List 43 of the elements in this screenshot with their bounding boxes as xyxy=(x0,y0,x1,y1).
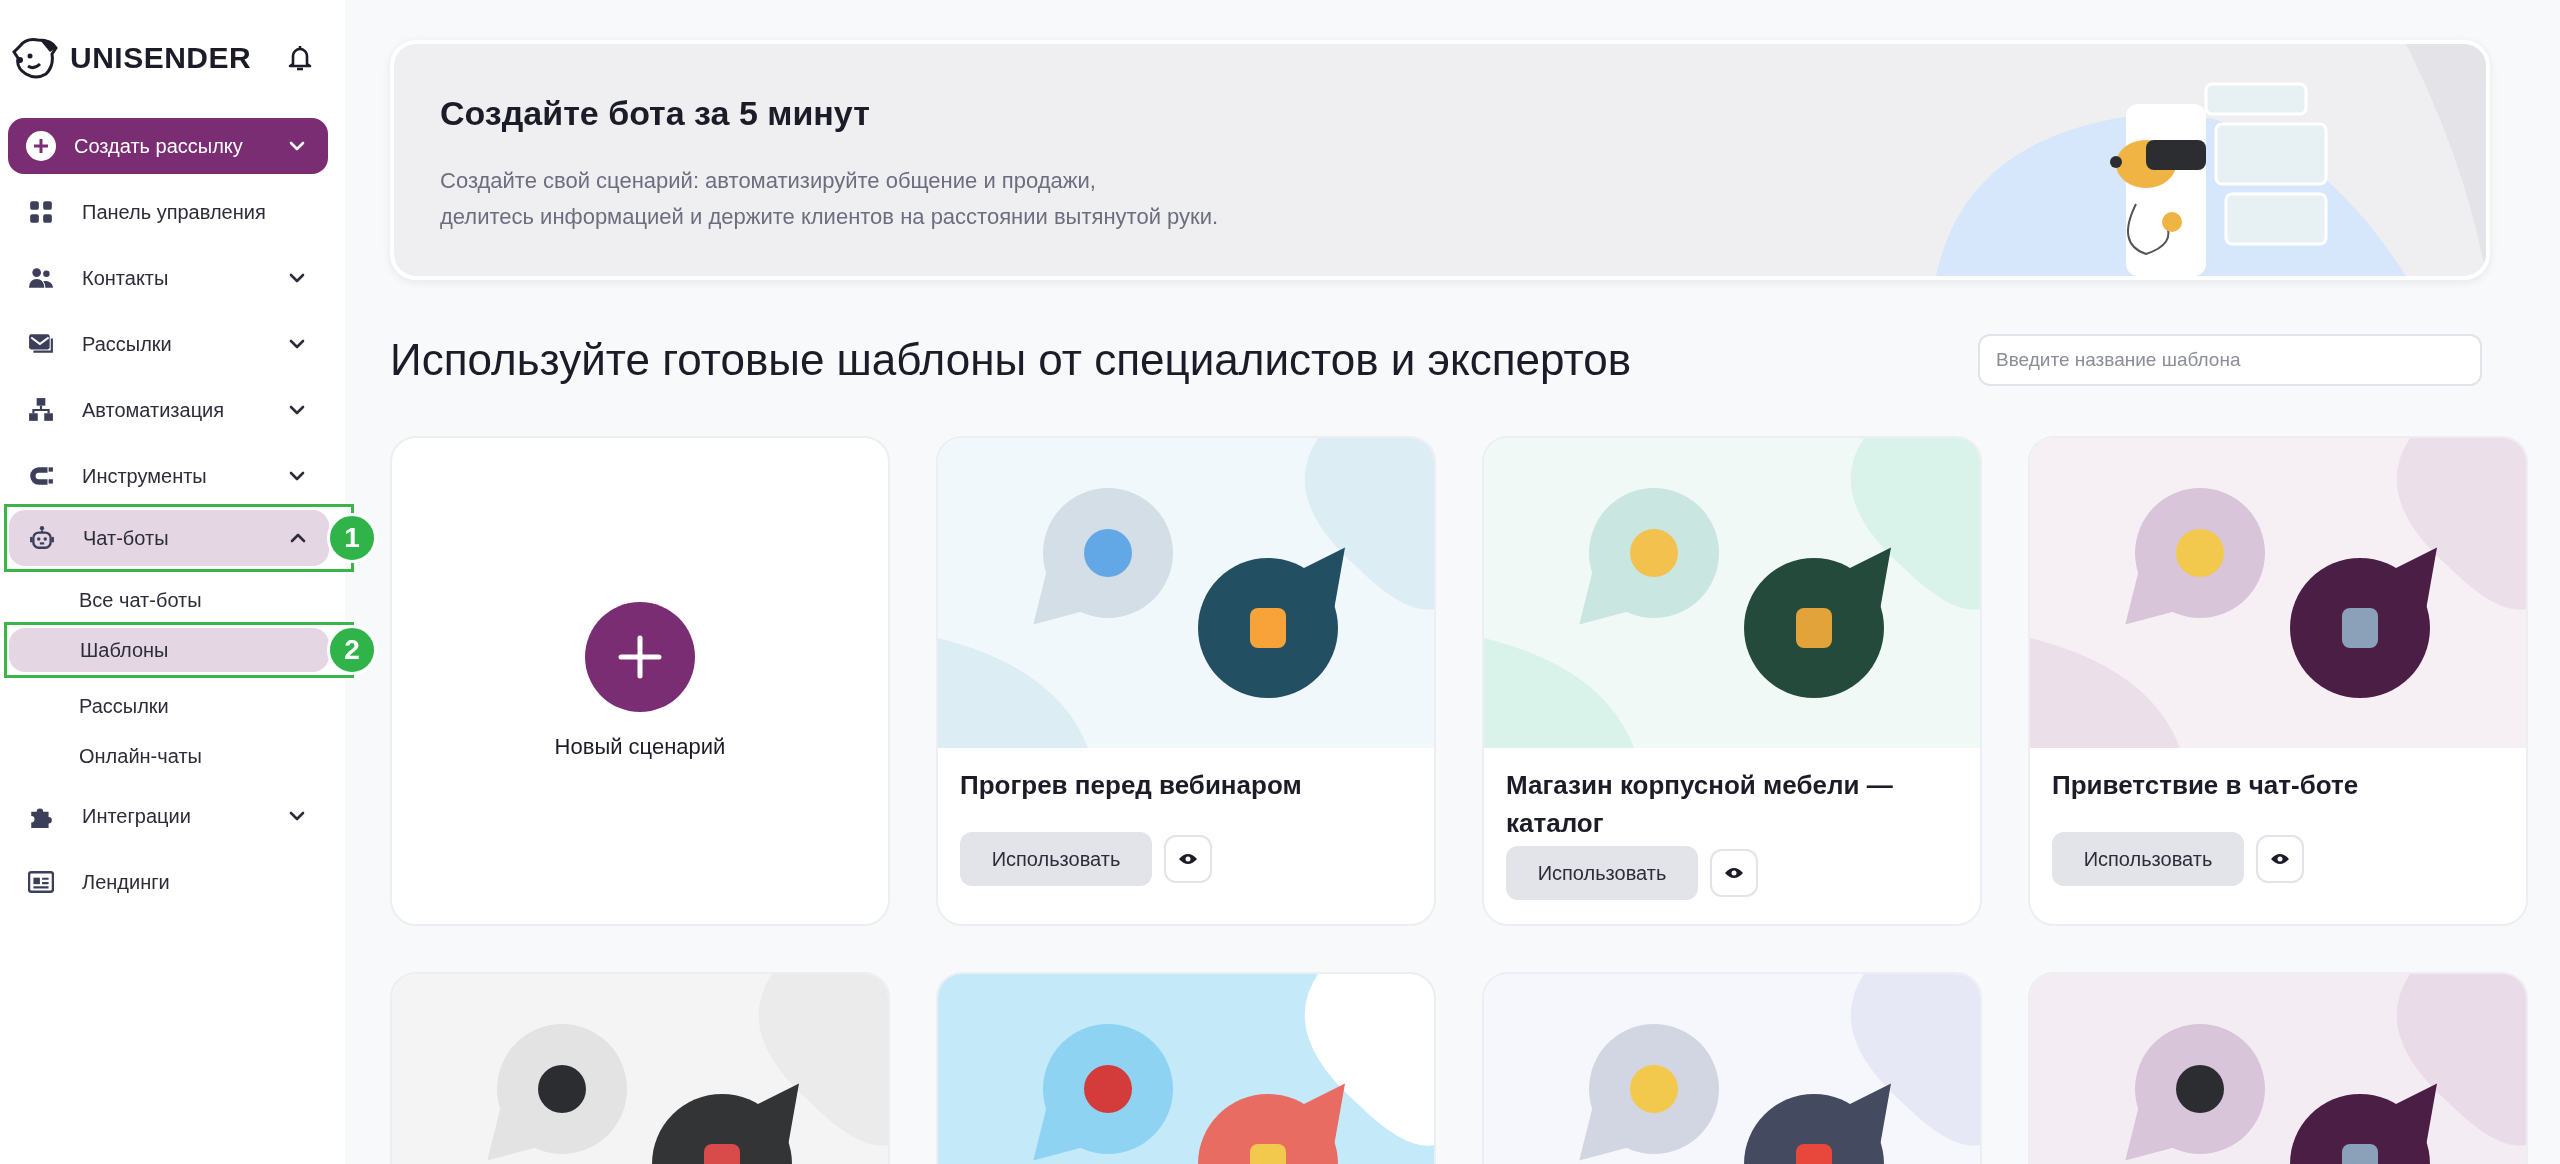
menu-item-icon xyxy=(29,525,55,551)
template-title: Магазин корпусной мебели — каталог xyxy=(1506,769,1894,840)
template-title: Приветствие в чат-боте xyxy=(2052,769,2360,802)
menu-item-icon xyxy=(28,869,54,895)
bell-icon[interactable] xyxy=(287,44,313,72)
sidebar-subitem[interactable]: Рассылки xyxy=(8,684,328,728)
banner-text: Создайте свой сценарий: автоматизируйте общение и продажи, xyxy=(440,167,1097,195)
sidebar-item[interactable]: Рассылки xyxy=(8,316,328,372)
search-field[interactable]: Введите название шаблона xyxy=(1978,334,2482,386)
use-button[interactable]: Использовать xyxy=(2052,832,2244,886)
sidebar-item[interactable]: Лендинги xyxy=(8,854,328,910)
banner-title: Создайте бота за 5 минут xyxy=(440,94,871,133)
sidebar-item[interactable]: Интеграции xyxy=(8,788,328,844)
eye-icon xyxy=(2270,852,2290,866)
sidebar-item[interactable]: Контакты xyxy=(8,250,328,306)
create-campaign-button[interactable]: Создать рассылку xyxy=(8,118,328,174)
use-button[interactable]: Использовать xyxy=(1506,846,1698,900)
eye-icon xyxy=(1724,866,1744,880)
sidebar-item[interactable]: Панель управления xyxy=(8,184,328,240)
banner-text: делитесь информацией и держите клиентов на расстоянии вытянутой руки. xyxy=(440,203,1220,231)
section-heading: Используйте готовые шаблоны от специалистов и экспертов xyxy=(390,335,1632,385)
sidebar-subitem[interactable]: Шаблоны xyxy=(9,628,329,672)
preview-button[interactable] xyxy=(1164,835,1212,883)
use-button[interactable]: Использовать xyxy=(960,832,1152,886)
sidebar-item[interactable]: Инструменты xyxy=(8,448,328,504)
dog-logo-icon xyxy=(12,36,60,80)
sidebar-subitem[interactable]: Онлайн-чаты xyxy=(8,734,328,778)
template-title: Прогрев перед вебинаром xyxy=(960,769,1303,802)
sidebar-item[interactable]: Чат-боты xyxy=(9,510,329,566)
eye-icon xyxy=(1178,852,1198,866)
step-number: 1 xyxy=(327,513,377,563)
menu-item-icon xyxy=(28,199,54,225)
logo-text: UNISENDER xyxy=(70,41,253,75)
sidebar-item[interactable]: Автоматизация xyxy=(8,382,328,438)
step-number: 2 xyxy=(327,625,377,675)
menu-item-icon xyxy=(28,265,54,291)
preview-button[interactable] xyxy=(1710,849,1758,897)
plus-icon xyxy=(26,131,56,161)
new-scenario-card[interactable]: Новый сценарий xyxy=(390,436,890,926)
sidebar-subitem[interactable]: Все чат-боты xyxy=(8,578,328,622)
preview-button[interactable] xyxy=(2256,835,2304,883)
menu-item-icon xyxy=(28,397,54,423)
new-scenario-label: Новый сценарий xyxy=(554,734,726,760)
